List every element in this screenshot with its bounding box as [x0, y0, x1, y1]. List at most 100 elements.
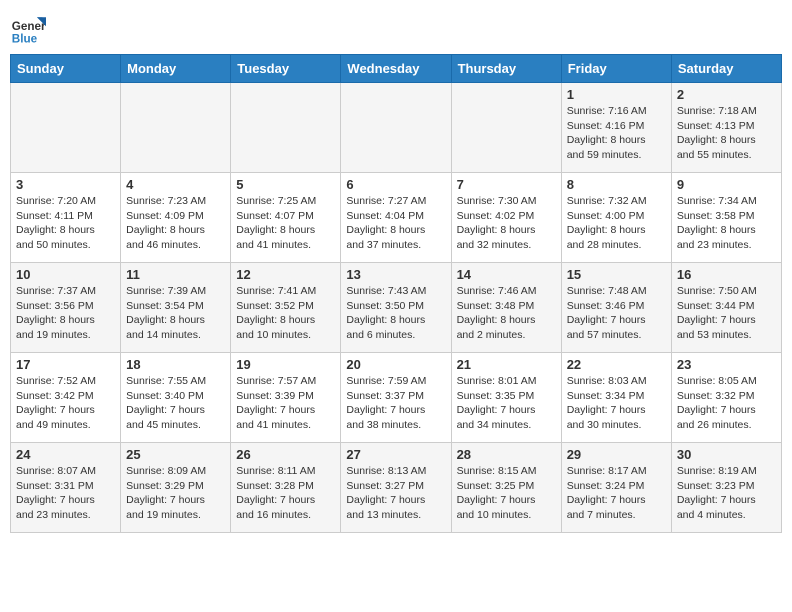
- day-cell: 1 Sunrise: 7:16 AM Sunset: 4:16 PM Daylig…: [561, 83, 671, 173]
- day-cell: 17Sunrise: 7:52 AM Sunset: 3:42 PM Dayli…: [11, 353, 121, 443]
- day-number: 11: [126, 267, 225, 282]
- day-info: Sunrise: 8:05 AM Sunset: 3:32 PM Dayligh…: [677, 374, 776, 433]
- day-cell: 27 Sunrise: 8:13 AM Sunset: 3:27 PM Dayli…: [341, 443, 451, 533]
- day-cell: 13 Sunrise: 7:43 AM Sunset: 3:50 PM Dayli…: [341, 263, 451, 353]
- day-info: Sunrise: 8:01 AM Sunset: 3:35 PM Dayligh…: [457, 374, 556, 433]
- day-number: 13: [346, 267, 445, 282]
- day-number: 15: [567, 267, 666, 282]
- day-info: Sunrise: 8:11 AM Sunset: 3:28 PM Dayligh…: [236, 464, 335, 523]
- weekday-header-monday: Monday: [121, 55, 231, 83]
- day-cell: 8Sunrise: 7:32 AM Sunset: 4:00 PM Daylig…: [561, 173, 671, 263]
- day-info: Sunrise: 7:59 AM Sunset: 3:37 PM Dayligh…: [346, 374, 445, 433]
- day-cell: 24 Sunrise: 8:07 AM Sunset: 3:31 PM Dayli…: [11, 443, 121, 533]
- calendar-table: SundayMondayTuesdayWednesdayThursdayFrid…: [10, 54, 782, 533]
- day-cell: 25Sunrise: 8:09 AM Sunset: 3:29 PM Dayli…: [121, 443, 231, 533]
- day-number: 27: [346, 447, 445, 462]
- day-info: Sunrise: 7:34 AM Sunset: 3:58 PM Dayligh…: [677, 194, 776, 253]
- day-number: 1: [567, 87, 666, 102]
- week-row-3: 17Sunrise: 7:52 AM Sunset: 3:42 PM Dayli…: [11, 353, 782, 443]
- day-cell: 11 Sunrise: 7:39 AM Sunset: 3:54 PM Dayli…: [121, 263, 231, 353]
- day-info: Sunrise: 7:55 AM Sunset: 3:40 PM Dayligh…: [126, 374, 225, 433]
- day-cell: 26 Sunrise: 8:11 AM Sunset: 3:28 PM Dayli…: [231, 443, 341, 533]
- day-number: 19: [236, 357, 335, 372]
- day-info: Sunrise: 7:46 AM Sunset: 3:48 PM Dayligh…: [457, 284, 556, 343]
- day-info: Sunrise: 7:30 AM Sunset: 4:02 PM Dayligh…: [457, 194, 556, 253]
- weekday-header-thursday: Thursday: [451, 55, 561, 83]
- day-cell: 3Sunrise: 7:20 AM Sunset: 4:11 PM Daylig…: [11, 173, 121, 263]
- day-number: 14: [457, 267, 556, 282]
- day-info: Sunrise: 7:16 AM Sunset: 4:16 PM Dayligh…: [567, 104, 666, 163]
- svg-text:Blue: Blue: [12, 32, 38, 45]
- day-number: 22: [567, 357, 666, 372]
- day-cell: 7 Sunrise: 7:30 AM Sunset: 4:02 PM Daylig…: [451, 173, 561, 263]
- day-number: 21: [457, 357, 556, 372]
- day-info: Sunrise: 8:03 AM Sunset: 3:34 PM Dayligh…: [567, 374, 666, 433]
- day-info: Sunrise: 8:17 AM Sunset: 3:24 PM Dayligh…: [567, 464, 666, 523]
- day-number: 2: [677, 87, 776, 102]
- week-row-1: 3Sunrise: 7:20 AM Sunset: 4:11 PM Daylig…: [11, 173, 782, 263]
- weekday-header-saturday: Saturday: [671, 55, 781, 83]
- calendar-body: 1 Sunrise: 7:16 AM Sunset: 4:16 PM Daylig…: [11, 83, 782, 533]
- day-info: Sunrise: 7:37 AM Sunset: 3:56 PM Dayligh…: [16, 284, 115, 343]
- day-cell: 12 Sunrise: 7:41 AM Sunset: 3:52 PM Dayli…: [231, 263, 341, 353]
- day-cell: [451, 83, 561, 173]
- day-cell: 18 Sunrise: 7:55 AM Sunset: 3:40 PM Dayli…: [121, 353, 231, 443]
- weekday-header-sunday: Sunday: [11, 55, 121, 83]
- day-number: 3: [16, 177, 115, 192]
- day-cell: 15 Sunrise: 7:48 AM Sunset: 3:46 PM Dayli…: [561, 263, 671, 353]
- logo: General Blue: [10, 10, 46, 46]
- day-cell: [121, 83, 231, 173]
- day-info: Sunrise: 8:19 AM Sunset: 3:23 PM Dayligh…: [677, 464, 776, 523]
- day-cell: 22 Sunrise: 8:03 AM Sunset: 3:34 PM Dayli…: [561, 353, 671, 443]
- day-info: Sunrise: 8:07 AM Sunset: 3:31 PM Dayligh…: [16, 464, 115, 523]
- day-number: 30: [677, 447, 776, 462]
- day-cell: [231, 83, 341, 173]
- day-cell: 30 Sunrise: 8:19 AM Sunset: 3:23 PM Dayli…: [671, 443, 781, 533]
- day-number: 20: [346, 357, 445, 372]
- calendar-header: SundayMondayTuesdayWednesdayThursdayFrid…: [11, 55, 782, 83]
- day-info: Sunrise: 7:43 AM Sunset: 3:50 PM Dayligh…: [346, 284, 445, 343]
- day-number: 25: [126, 447, 225, 462]
- day-cell: [341, 83, 451, 173]
- day-number: 8: [567, 177, 666, 192]
- day-number: 9: [677, 177, 776, 192]
- logo-icon: General Blue: [10, 10, 46, 46]
- day-info: Sunrise: 7:48 AM Sunset: 3:46 PM Dayligh…: [567, 284, 666, 343]
- day-number: 26: [236, 447, 335, 462]
- day-cell: 4 Sunrise: 7:23 AM Sunset: 4:09 PM Daylig…: [121, 173, 231, 263]
- day-info: Sunrise: 8:13 AM Sunset: 3:27 PM Dayligh…: [346, 464, 445, 523]
- day-cell: 20 Sunrise: 7:59 AM Sunset: 3:37 PM Dayli…: [341, 353, 451, 443]
- day-number: 4: [126, 177, 225, 192]
- day-cell: 10Sunrise: 7:37 AM Sunset: 3:56 PM Dayli…: [11, 263, 121, 353]
- day-cell: 14 Sunrise: 7:46 AM Sunset: 3:48 PM Dayli…: [451, 263, 561, 353]
- day-cell: 23 Sunrise: 8:05 AM Sunset: 3:32 PM Dayli…: [671, 353, 781, 443]
- day-number: 16: [677, 267, 776, 282]
- day-info: Sunrise: 7:39 AM Sunset: 3:54 PM Dayligh…: [126, 284, 225, 343]
- weekday-header-tuesday: Tuesday: [231, 55, 341, 83]
- day-cell: 5Sunrise: 7:25 AM Sunset: 4:07 PM Daylig…: [231, 173, 341, 263]
- day-number: 18: [126, 357, 225, 372]
- day-cell: 29 Sunrise: 8:17 AM Sunset: 3:24 PM Dayli…: [561, 443, 671, 533]
- day-cell: 6Sunrise: 7:27 AM Sunset: 4:04 PM Daylig…: [341, 173, 451, 263]
- day-number: 29: [567, 447, 666, 462]
- day-info: Sunrise: 7:23 AM Sunset: 4:09 PM Dayligh…: [126, 194, 225, 253]
- day-number: 12: [236, 267, 335, 282]
- day-cell: 28 Sunrise: 8:15 AM Sunset: 3:25 PM Dayli…: [451, 443, 561, 533]
- day-number: 24: [16, 447, 115, 462]
- weekday-header-friday: Friday: [561, 55, 671, 83]
- day-info: Sunrise: 8:15 AM Sunset: 3:25 PM Dayligh…: [457, 464, 556, 523]
- day-info: Sunrise: 7:41 AM Sunset: 3:52 PM Dayligh…: [236, 284, 335, 343]
- day-number: 6: [346, 177, 445, 192]
- day-cell: 19 Sunrise: 7:57 AM Sunset: 3:39 PM Dayli…: [231, 353, 341, 443]
- day-cell: 21 Sunrise: 8:01 AM Sunset: 3:35 PM Dayli…: [451, 353, 561, 443]
- day-info: Sunrise: 7:57 AM Sunset: 3:39 PM Dayligh…: [236, 374, 335, 433]
- day-info: Sunrise: 7:18 AM Sunset: 4:13 PM Dayligh…: [677, 104, 776, 163]
- day-info: Sunrise: 7:25 AM Sunset: 4:07 PM Dayligh…: [236, 194, 335, 253]
- day-number: 23: [677, 357, 776, 372]
- day-cell: [11, 83, 121, 173]
- week-row-0: 1 Sunrise: 7:16 AM Sunset: 4:16 PM Daylig…: [11, 83, 782, 173]
- day-number: 7: [457, 177, 556, 192]
- day-number: 28: [457, 447, 556, 462]
- day-cell: 9 Sunrise: 7:34 AM Sunset: 3:58 PM Daylig…: [671, 173, 781, 263]
- day-cell: 16Sunrise: 7:50 AM Sunset: 3:44 PM Dayli…: [671, 263, 781, 353]
